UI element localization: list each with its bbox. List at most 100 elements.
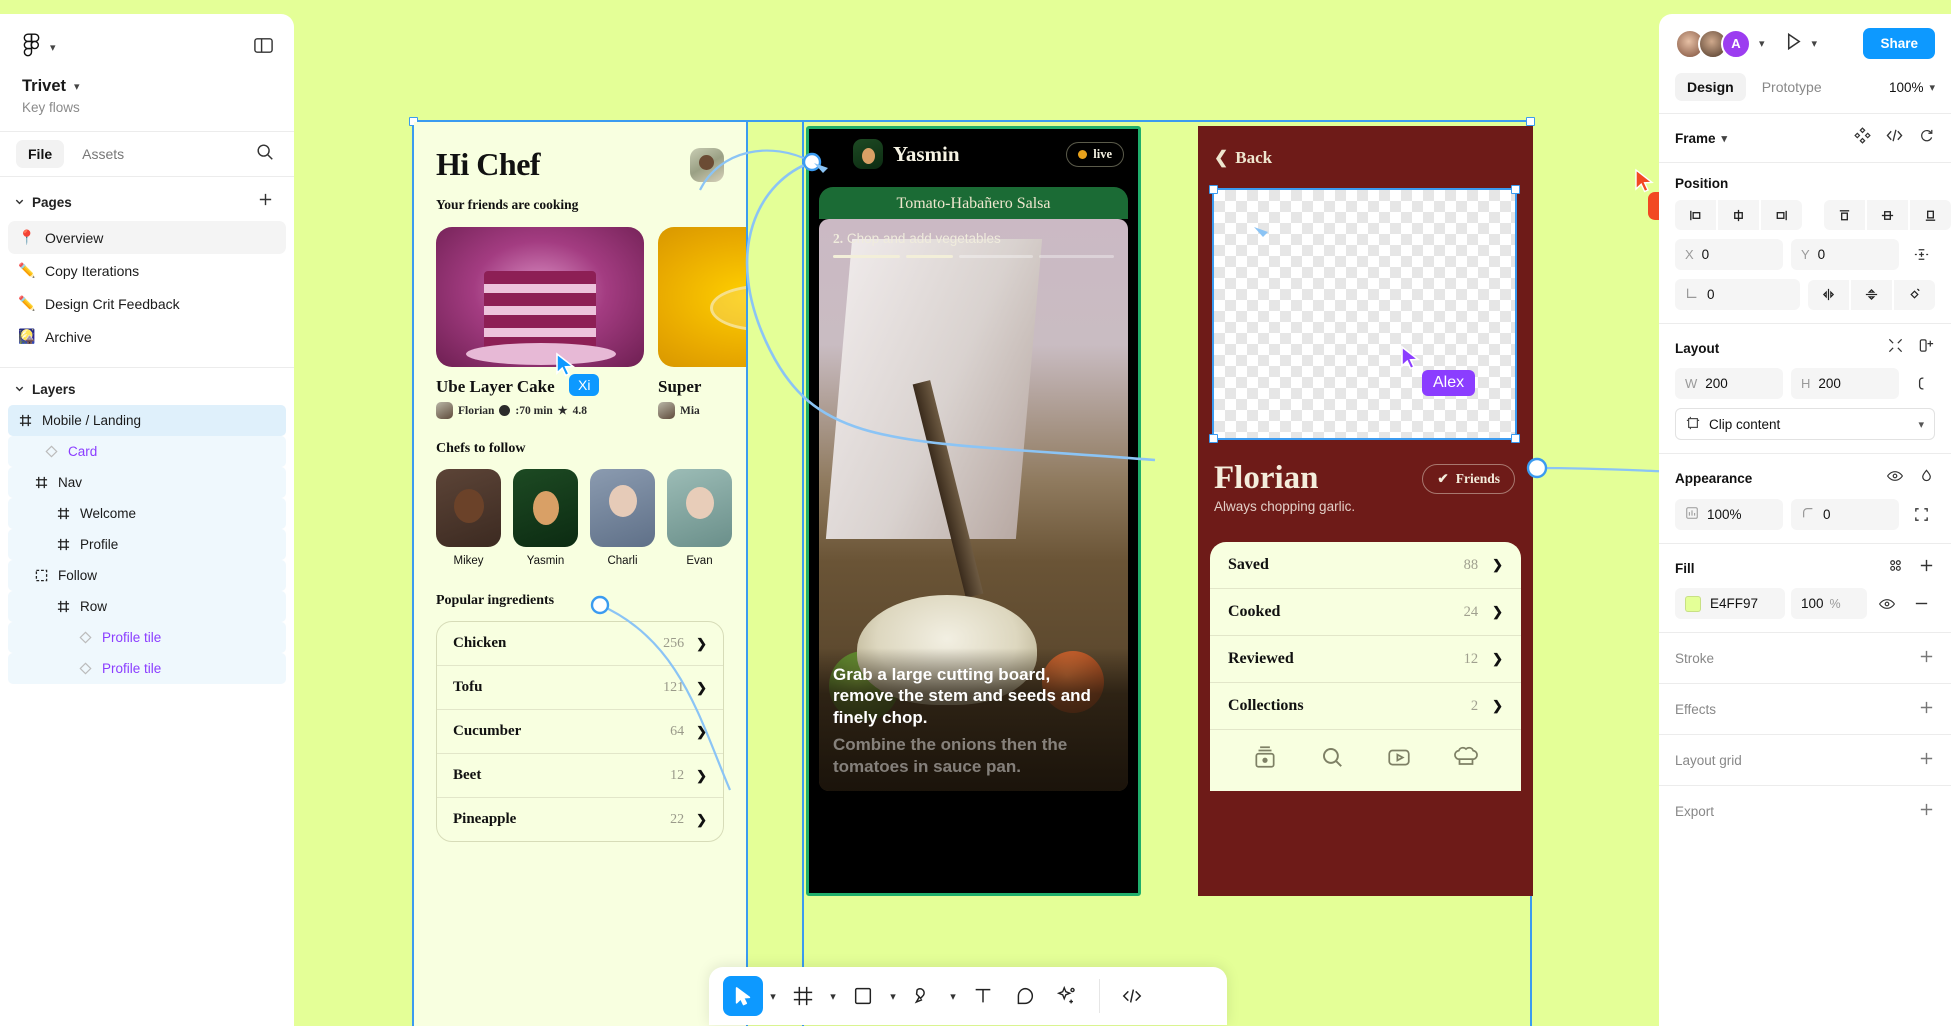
export-section[interactable]: Export (1659, 785, 1951, 836)
plus-icon[interactable] (1918, 699, 1935, 719)
opacity-field[interactable]: 100% (1675, 499, 1783, 530)
share-button[interactable]: Share (1863, 28, 1935, 59)
layer-item-profile-tile-1[interactable]: Profile tile (8, 622, 286, 653)
rotate-icon[interactable] (1894, 279, 1935, 310)
chevron-down-icon[interactable] (14, 195, 25, 210)
dev-mode-button[interactable] (1112, 976, 1152, 1016)
selection-type[interactable]: Frame ▾ (1675, 131, 1727, 146)
clip-content-select[interactable]: Clip content ▾ (1675, 408, 1935, 440)
align-left-icon[interactable] (1675, 200, 1716, 230)
layout-grid-section[interactable]: Layout grid (1659, 734, 1951, 785)
selection-handle-top-right[interactable] (1511, 185, 1520, 194)
frame-live-stream[interactable]: Yasmin live Tomato-Habañero Salsa 2. Cho… (806, 126, 1141, 896)
avatar[interactable]: A (1721, 28, 1751, 59)
lock-aspect-ratio-icon[interactable] (1907, 370, 1935, 398)
minus-icon[interactable] (1907, 590, 1935, 618)
plus-icon[interactable] (1918, 750, 1935, 770)
corner-radius-field[interactable]: 0 (1791, 499, 1899, 530)
frame-tool[interactable] (783, 976, 823, 1016)
style-picker-icon[interactable] (1887, 557, 1904, 579)
stat-row[interactable]: Collections 2 ❯ (1210, 683, 1521, 730)
pantry-icon[interactable] (1252, 744, 1278, 775)
chef-hat-icon[interactable] (1453, 744, 1479, 775)
plus-icon[interactable] (257, 191, 274, 213)
fill-color-field[interactable]: E4FF97 (1675, 588, 1785, 619)
video-icon[interactable] (1386, 744, 1412, 775)
flip-horizontal-icon[interactable] (1808, 279, 1849, 310)
chef-tile[interactable]: Mikey (436, 469, 501, 567)
selection-handle-bottom-left[interactable] (1209, 434, 1218, 443)
recipe-card[interactable]: Ube Layer Cake Florian :70 min ★ 4.8 (436, 227, 644, 419)
tab-assets[interactable]: Assets (70, 140, 136, 168)
actions-tool[interactable] (1047, 976, 1087, 1016)
stat-row[interactable]: Reviewed 12 ❯ (1210, 636, 1521, 683)
layer-item-row[interactable]: Row (8, 591, 286, 622)
ingredient-row[interactable]: Tofu 121 ❯ (437, 666, 723, 710)
page-item-copy-iterations[interactable]: ✏️ Copy Iterations (8, 254, 286, 287)
flip-vertical-icon[interactable] (1851, 279, 1892, 310)
search-icon[interactable] (1319, 744, 1345, 775)
comment-tool[interactable] (1005, 976, 1045, 1016)
chef-tile[interactable]: Charli (590, 469, 655, 567)
zoom-control[interactable]: 100% ▾ (1889, 80, 1935, 95)
add-component-icon[interactable] (1854, 127, 1871, 149)
plus-icon[interactable] (1918, 648, 1935, 668)
stat-row[interactable]: Cooked 24 ❯ (1210, 589, 1521, 636)
add-auto-layout-icon[interactable] (1918, 337, 1935, 359)
pen-tool[interactable] (903, 976, 943, 1016)
search-icon[interactable] (255, 142, 274, 166)
rotation-field[interactable]: 0 (1675, 279, 1800, 310)
shape-tool-chevron-down-icon[interactable]: ▾ (885, 990, 901, 1003)
move-tool[interactable] (723, 976, 763, 1016)
chevron-down-icon[interactable]: ▾ (1759, 37, 1765, 50)
layer-item-profile[interactable]: Profile (8, 529, 286, 560)
independent-corners-icon[interactable] (1907, 501, 1935, 529)
shape-tool[interactable] (843, 976, 883, 1016)
live-video-area[interactable]: 2. Chop and add vegetables Grab a large … (819, 219, 1128, 791)
width-field[interactable]: W 200 (1675, 368, 1783, 399)
add-constraints-icon[interactable] (1907, 241, 1935, 269)
layer-item-welcome[interactable]: Welcome (8, 498, 286, 529)
resize-to-fit-icon[interactable] (1887, 337, 1904, 359)
layer-item-follow[interactable]: Follow (8, 560, 286, 591)
host-avatar[interactable] (853, 139, 883, 169)
ingredient-row[interactable]: Cucumber 64 ❯ (437, 710, 723, 754)
chevron-down-icon[interactable] (14, 382, 25, 397)
landing-user-avatar[interactable] (690, 147, 724, 182)
align-top-icon[interactable] (1824, 200, 1865, 230)
align-horizontal-center-icon[interactable] (1718, 200, 1759, 230)
ingredient-row[interactable]: Beet 12 ❯ (437, 754, 723, 798)
file-name-menu[interactable]: Trivet ▾ (22, 77, 274, 96)
reset-instance-icon[interactable] (1918, 127, 1935, 149)
page-item-archive[interactable]: 🎑 Archive (8, 320, 286, 353)
pen-tool-chevron-down-icon[interactable]: ▾ (945, 990, 961, 1003)
height-field[interactable]: H 200 (1791, 368, 1899, 399)
align-right-icon[interactable] (1761, 200, 1802, 230)
effects-section[interactable]: Effects (1659, 683, 1951, 734)
move-tool-chevron-down-icon[interactable]: ▾ (765, 990, 781, 1003)
back-button[interactable]: ❮ Back (1198, 126, 1533, 168)
tab-design[interactable]: Design (1675, 73, 1746, 101)
page-item-design-crit-feedback[interactable]: ✏️ Design Crit Feedback (8, 287, 286, 320)
chef-tile[interactable]: Yasmin (513, 469, 578, 567)
blend-mode-icon[interactable] (1918, 468, 1935, 490)
text-tool[interactable] (963, 976, 1003, 1016)
plus-icon[interactable] (1918, 557, 1935, 579)
eye-icon[interactable] (1886, 467, 1904, 490)
frame-mobile-landing[interactable]: Hi Chef Your friends are cooking Ube Lay… (414, 122, 746, 1026)
layer-item-mobile-landing[interactable]: Mobile / Landing (8, 405, 286, 436)
figma-menu[interactable]: ▾ (22, 32, 56, 63)
layer-item-card[interactable]: Card (8, 436, 286, 467)
frame-profile[interactable]: ❮ Back Florian ✔ Friends Always chopping… (1198, 126, 1533, 896)
ingredient-row[interactable]: Pineapple 22 ❯ (437, 798, 723, 841)
avatar-stack[interactable]: A (1675, 28, 1751, 59)
frame-tool-chevron-down-icon[interactable]: ▾ (825, 990, 841, 1003)
plus-icon[interactable] (1918, 801, 1935, 821)
tab-file[interactable]: File (16, 140, 65, 168)
stat-row[interactable]: Saved 88 ❯ (1210, 542, 1521, 589)
panel-layout-icon[interactable] (253, 35, 274, 61)
layer-item-nav[interactable]: Nav (8, 467, 286, 498)
tab-prototype[interactable]: Prototype (1750, 73, 1834, 101)
recipe-card[interactable]: Super Mia (658, 227, 746, 419)
chef-tile[interactable]: Evan (667, 469, 732, 567)
